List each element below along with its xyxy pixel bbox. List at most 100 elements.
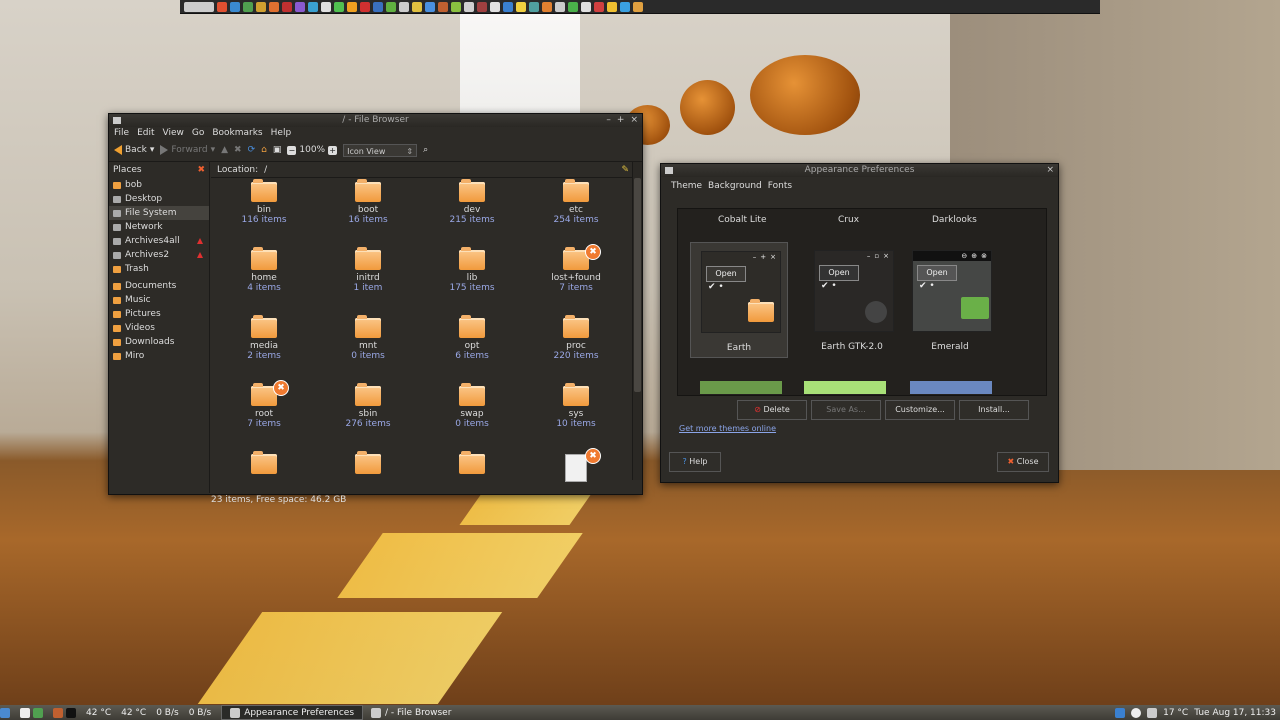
file-item[interactable]: ✖	[531, 448, 621, 485]
app-launcher-icon[interactable]	[373, 1, 383, 12]
theme-emerald[interactable]: ⊖ ⊕ ⊗ Open ✔ • Emerald	[902, 242, 998, 356]
file-item[interactable]	[219, 451, 309, 477]
app-launcher-icon[interactable]	[555, 1, 565, 12]
file-item[interactable]: ✖ lost+found 7 items	[531, 244, 621, 293]
file-item[interactable]: etc 254 items	[531, 179, 621, 225]
maximize-icon[interactable]: +	[617, 114, 625, 127]
sidebar-item-bob[interactable]: bob	[109, 178, 209, 192]
app-launcher-icon[interactable]	[464, 1, 474, 12]
file-item[interactable]: sbin 276 items	[323, 383, 413, 429]
app-launcher-icon[interactable]	[542, 1, 552, 12]
theme-earth[interactable]: – + × Open ✔ • Earth	[690, 242, 788, 358]
app-launcher-icon[interactable]	[256, 1, 266, 12]
sidebar-item-archives4all[interactable]: Archives4all	[109, 234, 209, 248]
taskbar-item-appearance[interactable]: Appearance Preferences	[221, 705, 364, 720]
theme-earth-gtk[interactable]: – ▫ × Open ✔ • Earth GTK-2.0	[804, 242, 900, 356]
file-item[interactable]	[427, 451, 517, 477]
app-launcher-icon[interactable]	[633, 1, 643, 12]
app-launcher-icon[interactable]	[321, 1, 331, 12]
file-item[interactable]: media 2 items	[219, 315, 309, 361]
up-button[interactable]: ▲	[221, 145, 228, 155]
sidebar-item-music[interactable]: Music	[109, 293, 209, 307]
zoom-in-button[interactable]: +	[328, 145, 338, 155]
show-desktop-button[interactable]	[20, 707, 43, 718]
places-label[interactable]: Places	[113, 165, 142, 175]
sidebar-item-network[interactable]: Network	[109, 220, 209, 234]
window-menu-icon[interactable]	[113, 117, 121, 124]
search-icon[interactable]: ⌕	[423, 145, 428, 155]
app-launcher-icon[interactable]	[568, 1, 578, 12]
app-launcher-icon[interactable]	[295, 1, 305, 12]
file-item[interactable]	[323, 451, 413, 477]
sidebar-item-miro[interactable]: Miro	[109, 349, 209, 363]
app-launcher-icon[interactable]	[438, 1, 448, 12]
app-launcher-icon[interactable]	[308, 1, 318, 12]
app-launcher-icon[interactable]	[386, 1, 396, 12]
terminal-launcher[interactable]	[53, 707, 76, 718]
app-launcher-icon[interactable]	[412, 1, 422, 12]
reload-button[interactable]: ⟳	[248, 145, 256, 155]
app-launcher-icon[interactable]	[477, 1, 487, 12]
app-launcher-icon[interactable]	[230, 1, 240, 12]
menu-item-go[interactable]: Go	[192, 127, 204, 139]
vertical-scrollbar[interactable]	[632, 162, 642, 480]
sidebar-item-archives2[interactable]: Archives2	[109, 248, 209, 262]
app-launcher-icon[interactable]	[399, 1, 409, 12]
forward-button[interactable]: Forward ▾	[160, 145, 215, 155]
app-launcher-icon[interactable]	[347, 1, 357, 12]
install-button[interactable]: Install...	[959, 400, 1029, 420]
app-launcher-icon[interactable]	[516, 1, 526, 12]
app-launcher-icon[interactable]	[503, 1, 513, 12]
file-item[interactable]: dev 215 items	[427, 179, 517, 225]
sidebar-item-trash[interactable]: Trash	[109, 262, 209, 276]
app-launcher-icon[interactable]	[620, 1, 630, 12]
app-launcher-icon[interactable]	[269, 1, 279, 12]
tab-fonts[interactable]: Fonts	[768, 177, 792, 195]
close-icon[interactable]: ×	[1046, 164, 1054, 177]
get-themes-link[interactable]: Get more themes online	[679, 424, 776, 433]
weather-temp[interactable]: 17 °C	[1163, 708, 1188, 718]
file-item[interactable]: initrd 1 item	[323, 247, 413, 293]
menu-launcher[interactable]	[0, 707, 10, 718]
panel-applet-icon[interactable]	[184, 1, 214, 12]
theme-preview-partial[interactable]	[700, 381, 782, 394]
menu-item-edit[interactable]: Edit	[137, 127, 154, 139]
sidebar-item-pictures[interactable]: Pictures	[109, 307, 209, 321]
taskbar-item-file-browser[interactable]: / - File Browser	[363, 706, 459, 719]
minimize-icon[interactable]: –	[606, 114, 611, 127]
delete-button[interactable]: ⊘ Delete	[737, 400, 807, 420]
app-launcher-icon[interactable]	[425, 1, 435, 12]
sidebar-item-downloads[interactable]: Downloads	[109, 335, 209, 349]
customize-button[interactable]: Customize...	[885, 400, 955, 420]
close-icon[interactable]: ×	[630, 114, 638, 127]
app-launcher-icon[interactable]	[243, 1, 253, 12]
eject-icon[interactable]	[197, 238, 203, 244]
close-button[interactable]: ✖ Close	[997, 452, 1049, 472]
stop-button[interactable]: ✖	[234, 145, 242, 155]
eject-icon[interactable]	[197, 252, 203, 258]
file-item[interactable]: opt 6 items	[427, 315, 517, 361]
app-launcher-icon[interactable]	[282, 1, 292, 12]
theme-preview-partial[interactable]	[910, 381, 992, 394]
app-launcher-icon[interactable]	[217, 1, 227, 12]
tab-theme[interactable]: Theme	[671, 177, 702, 195]
save-as-button[interactable]: Save As...	[811, 400, 881, 420]
zoom-out-button[interactable]: −	[287, 145, 297, 155]
sidebar-item-documents[interactable]: Documents	[109, 279, 209, 293]
back-button[interactable]: Back ▾	[114, 145, 154, 155]
file-item[interactable]: ✖ root 7 items	[219, 380, 309, 429]
clock[interactable]: Tue Aug 17, 11:33	[1194, 708, 1276, 718]
update-icon[interactable]	[1131, 707, 1142, 718]
window-menu-icon[interactable]	[665, 167, 673, 174]
volume-icon[interactable]	[1147, 707, 1158, 718]
app-launcher-icon[interactable]	[360, 1, 370, 12]
tab-background[interactable]: Background	[708, 177, 762, 195]
file-item[interactable]: lib 175 items	[427, 247, 517, 293]
menu-item-bookmarks[interactable]: Bookmarks	[212, 127, 262, 139]
help-button[interactable]: ? Help	[669, 452, 721, 472]
file-item[interactable]: sys 10 items	[531, 383, 621, 429]
file-item[interactable]: proc 220 items	[531, 315, 621, 361]
network-icon[interactable]	[1115, 707, 1126, 718]
theme-scrollbar[interactable]	[1033, 211, 1042, 393]
file-browser-titlebar[interactable]: / - File Browser – + ×	[109, 114, 642, 127]
